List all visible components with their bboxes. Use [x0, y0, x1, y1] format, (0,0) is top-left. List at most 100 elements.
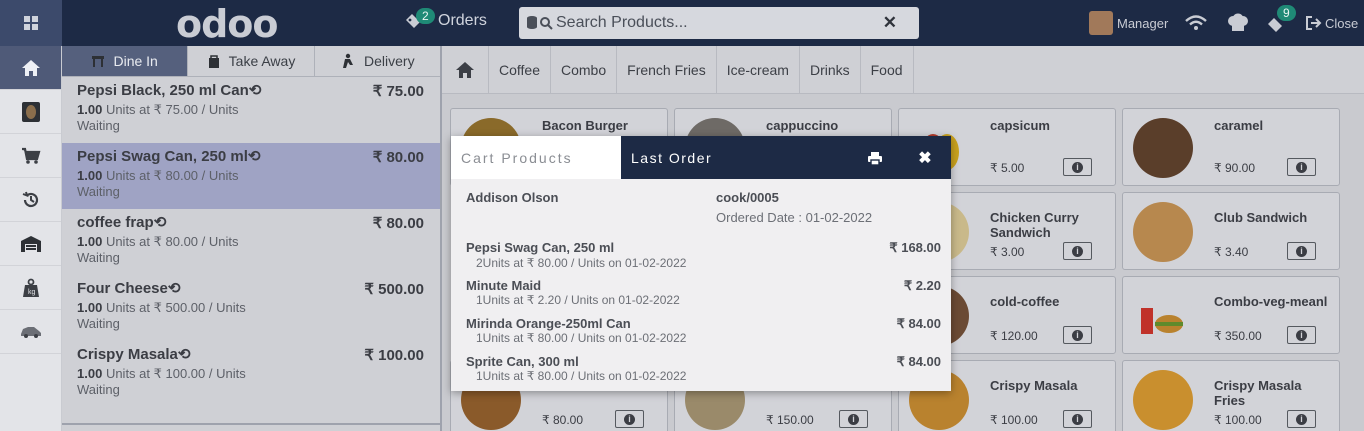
orders-button[interactable]: 2 Orders	[404, 8, 487, 30]
order-type-tabs: Dine In Take Away Delivery	[62, 46, 440, 77]
close-dialog-icon[interactable]: ✖	[915, 148, 935, 168]
line-detail: 1Units at ₹ 2.20 / Units on 01-02-2022	[476, 293, 680, 307]
order-line-name: Four Cheese	[77, 280, 168, 297]
product-name: Combo-veg-meanl	[1214, 294, 1328, 309]
order-line-name: coffee frap	[77, 214, 154, 231]
tab-delivery[interactable]: Delivery	[315, 46, 440, 76]
home-icon	[21, 59, 40, 76]
order-line[interactable]: Crispy Masala⟲ ₹ 100.00 1.00 Units at ₹ …	[62, 341, 440, 407]
info-button[interactable]: i	[1063, 410, 1092, 428]
svg-text:kg: kg	[28, 289, 36, 296]
info-button[interactable]: i	[1287, 158, 1316, 176]
order-line-status: Waiting	[77, 316, 120, 331]
category-coffee[interactable]: Coffee	[489, 46, 551, 93]
search-input[interactable]	[556, 14, 876, 32]
user-menu[interactable]: Manager	[1089, 0, 1168, 46]
product-price: ₹ 120.00	[990, 329, 1038, 343]
order-line-selected[interactable]: Pepsi Swag Can, 250 ml⟲ ₹ 80.00 1.00 Uni…	[62, 143, 440, 209]
wifi-icon[interactable]	[1185, 0, 1207, 46]
order-line-status: Waiting	[77, 382, 120, 397]
ordered-date: Ordered Date : 01-02-2022	[716, 210, 873, 225]
info-button[interactable]: i	[1287, 410, 1316, 428]
print-icon	[868, 151, 882, 165]
product-card[interactable]: Club Sandwich ₹ 3.40 i	[1122, 192, 1340, 270]
order-line-detail: Units at ₹ 75.00 / Units	[105, 102, 239, 117]
clear-search-icon[interactable]: ✕	[883, 13, 897, 33]
orders-label: Orders	[438, 12, 487, 29]
tab-label: Dine In	[113, 53, 158, 69]
product-card[interactable]: caramel ₹ 90.00 i	[1122, 108, 1340, 186]
dialog-header: Cart Products Last Order ✖	[451, 136, 951, 179]
category-food[interactable]: Food	[861, 46, 914, 93]
product-price: ₹ 3.00	[990, 245, 1025, 259]
sign-out-icon	[1306, 16, 1322, 30]
line-amount: ₹ 2.20	[903, 278, 941, 293]
home-button[interactable]	[0, 46, 61, 90]
category-home-button[interactable]	[442, 46, 489, 93]
info-icon: i	[1072, 245, 1083, 257]
category-combo[interactable]: Combo	[551, 46, 618, 93]
info-icon: i	[1072, 329, 1083, 341]
info-button[interactable]: i	[615, 410, 644, 428]
product-card[interactable]: Crispy Masala Fries ₹ 100.00 i	[1122, 360, 1340, 431]
tab-dine-in[interactable]: Dine In	[62, 46, 189, 76]
cart-button[interactable]	[0, 134, 61, 178]
close-button[interactable]: Close	[1306, 0, 1358, 46]
info-button[interactable]: i	[839, 410, 868, 428]
line-detail: 1Units at ₹ 80.00 / Units on 01-02-2022	[476, 369, 687, 383]
grid-icon	[24, 16, 38, 30]
category-ice-cream[interactable]: Ice-cream	[717, 46, 800, 93]
order-line-price: ₹ 75.00	[372, 83, 424, 100]
info-button[interactable]: i	[1063, 326, 1092, 344]
order-pane: Dine In Take Away Delivery Pepsi Black, …	[62, 46, 442, 431]
order-line-name: Pepsi Swag Can, 250 ml	[77, 148, 248, 165]
search-box[interactable]: ✕	[519, 7, 919, 39]
weight-icon: kg	[22, 278, 39, 297]
category-drinks[interactable]: Drinks	[800, 46, 861, 93]
tab-take-away[interactable]: Take Away	[188, 46, 315, 76]
order-line-price: ₹ 80.00	[372, 149, 424, 166]
order-line-name: Pepsi Black, 250 ml Can	[77, 82, 249, 99]
tab-last-order[interactable]: Last Order	[631, 136, 712, 179]
line-amount: ₹ 84.00	[896, 316, 941, 331]
weight-button[interactable]: kg	[0, 266, 61, 310]
product-name: Club Sandwich	[1214, 210, 1308, 225]
order-line-price: ₹ 80.00	[372, 215, 424, 232]
tickets-button[interactable]: 9	[1266, 0, 1296, 46]
info-button[interactable]: i	[1063, 158, 1092, 176]
delivery-button[interactable]	[0, 310, 61, 354]
product-name: cold-coffee	[990, 294, 1060, 309]
warehouse-button[interactable]	[0, 222, 61, 266]
top-bar: odoo 2 Orders ✕ Manager 9 Close	[0, 0, 1364, 46]
order-line[interactable]: Four Cheese⟲ ₹ 500.00 1.00 Units at ₹ 50…	[62, 275, 440, 341]
chef-hat-icon[interactable]	[1227, 0, 1249, 46]
order-line-qty: 1.00	[77, 300, 103, 315]
product-image	[1133, 118, 1193, 178]
order-line[interactable]: Pepsi Black, 250 ml Can⟲ ₹ 75.00 1.00 Un…	[62, 77, 440, 143]
info-button[interactable]: i	[1063, 242, 1092, 260]
line-product-name: Pepsi Swag Can, 250 ml	[466, 240, 615, 255]
line-detail: 1Units at ₹ 80.00 / Units on 01-02-2022	[476, 331, 687, 345]
product-price: ₹ 5.00	[990, 161, 1025, 175]
history-button[interactable]	[0, 178, 61, 222]
product-name: Bacon Burger	[542, 118, 628, 133]
app-menu-button[interactable]	[0, 0, 62, 46]
warehouse-icon	[20, 235, 41, 252]
product-name: caramel	[1214, 118, 1264, 133]
last-order-dialog: Cart Products Last Order ✖ Addison Olson…	[451, 136, 951, 391]
history-icon: ⟲	[167, 280, 181, 297]
info-icon: i	[624, 413, 635, 425]
order-line-price: ₹ 500.00	[364, 281, 424, 298]
category-french-fries[interactable]: French Fries	[617, 46, 717, 93]
tickets-count-badge: 9	[1277, 5, 1296, 21]
database-icon	[527, 16, 537, 29]
info-button[interactable]: i	[1287, 326, 1316, 344]
tab-label: Take Away	[228, 53, 296, 69]
order-line[interactable]: coffee frap⟲ ₹ 80.00 1.00 Units at ₹ 80.…	[62, 209, 440, 275]
product-list-button[interactable]	[0, 90, 61, 134]
product-card[interactable]: Combo-veg-meanl ₹ 350.00 i	[1122, 276, 1340, 354]
tab-cart-products[interactable]: Cart Products	[451, 136, 621, 179]
product-frame-icon	[21, 101, 40, 122]
info-button[interactable]: i	[1287, 242, 1316, 260]
print-button[interactable]	[865, 148, 885, 168]
